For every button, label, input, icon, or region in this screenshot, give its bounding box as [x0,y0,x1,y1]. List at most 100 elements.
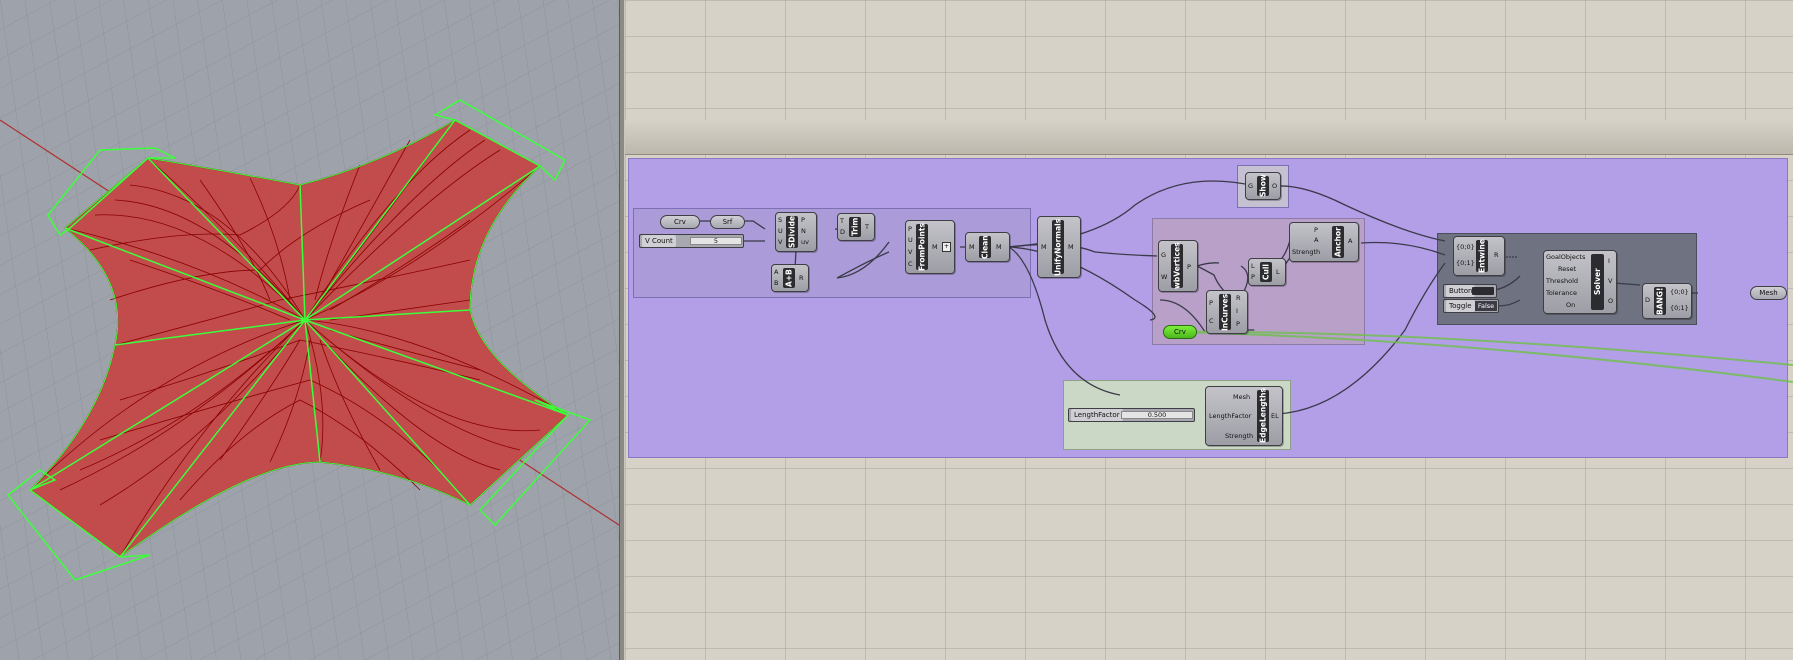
crv-green-param[interactable]: Crv [1163,325,1197,339]
reset-button[interactable]: Button [1443,284,1497,298]
solver-out-v[interactable]: V [1608,277,1612,285]
trim-title: Trim [849,217,861,237]
anchor-out-a[interactable]: A [1348,237,1352,245]
aplusb-out-r[interactable]: R [799,274,804,282]
sdivide-component[interactable]: S U V SDivide P N uv [775,212,817,252]
bang-out-0[interactable]: {0;0} [1670,288,1689,296]
frompoints-in-p[interactable]: P [908,225,912,233]
trim-in-t[interactable]: T [840,217,844,225]
trim-out-t[interactable]: T [865,223,869,231]
incurves-out-p[interactable]: P [1236,320,1240,328]
on-toggle[interactable]: Toggle False [1443,299,1499,313]
clean-in-m[interactable]: M [969,243,975,251]
frompoints-in-u[interactable]: U [908,236,913,244]
sdivide-out-p[interactable]: P [801,216,805,224]
lengthfactor-label: LengthFactor [1071,409,1123,421]
grasshopper-canvas[interactable]: Crv Srf V Count 5 S U V SDivide P N uv T… [625,0,1793,660]
show-in-g[interactable]: G [1248,182,1253,190]
sdivide-in-v[interactable]: V [778,238,782,246]
solver-out-o[interactable]: O [1608,297,1613,305]
clean-component[interactable]: M Clean M [965,232,1010,262]
incurves-title: InCurves [1219,293,1231,331]
wbvertices-out-p[interactable]: P [1187,263,1191,271]
aplusb-title: A+B [783,268,795,288]
toggle-label: Toggle [1446,300,1475,312]
button-face[interactable] [1472,287,1494,295]
wbvertices-in-g[interactable]: G [1161,251,1166,259]
bang-title: BANG! [1654,287,1666,315]
v-count-label: V Count [642,235,676,247]
srf-param[interactable]: Srf [710,215,745,229]
cull-component[interactable]: L P Cull L [1248,258,1286,286]
edgelengths-out-el[interactable]: EL [1271,412,1279,420]
crv-param[interactable]: Crv [660,215,700,229]
incurves-in-p[interactable]: P [1209,299,1213,307]
frompoints-expand-icon[interactable]: + [942,242,951,252]
cull-in-l[interactable]: L [1251,262,1255,270]
lengthfactor-value[interactable]: 0.500 [1121,411,1193,419]
aplusb-component[interactable]: A B A+B R [771,264,809,292]
sdivide-title: SDivide [786,215,798,249]
edgelengths-in-strength[interactable]: Strength [1225,432,1253,440]
toggle-value[interactable]: False [1475,301,1497,311]
entwine-component[interactable]: {0;0} {0;1} Entwine R [1453,236,1505,276]
sdivide-in-s[interactable]: S [778,216,782,224]
solver-in-threshold[interactable]: Threshold [1546,277,1578,285]
clean-out-m[interactable]: M [996,243,1002,251]
frompoints-title: FromPoints [916,223,928,271]
incurves-out-r[interactable]: R [1236,294,1241,302]
solver-out-i[interactable]: I [1608,257,1610,265]
frompoints-out-m[interactable]: M [932,243,938,251]
solver-in-on[interactable]: On [1566,301,1575,309]
incurves-out-i[interactable]: I [1236,307,1238,315]
incurves-in-c[interactable]: C [1209,317,1214,325]
canvas-divider-band [625,120,1793,155]
unifynormals-out-m[interactable]: M [1068,243,1074,251]
unifynormals-title: UnifyNormals [1052,218,1064,276]
wbvertices-in-w[interactable]: W [1161,273,1167,281]
sdivide-out-uv[interactable]: uv [801,238,809,246]
cull-out-l[interactable]: L [1276,268,1280,276]
frompoints-in-c[interactable]: C [908,260,913,268]
trim-in-d[interactable]: D [840,228,845,236]
solver-in-reset[interactable]: Reset [1558,265,1576,273]
entwine-title: Entwine [1476,239,1488,273]
mesh-output-param[interactable]: Mesh [1750,286,1787,300]
unifynormals-component[interactable]: M UnifyNormals M [1037,216,1081,278]
frompoints-component[interactable]: P U V C FromPoints M + [905,220,955,274]
v-count-slider[interactable]: V Count 5 [639,234,744,248]
cull-in-p[interactable]: P [1251,273,1255,281]
v-count-value[interactable]: 5 [690,237,742,245]
edgelengths-in-lengthfactor[interactable]: LengthFactor [1209,412,1251,420]
anchor-in-p[interactable]: P [1314,226,1318,234]
edgelengths-component[interactable]: Mesh LengthFactor Strength EdgeLengths E… [1205,386,1283,446]
rhino-viewport[interactable] [0,0,619,660]
show-out-o[interactable]: O [1272,182,1277,190]
bang-component[interactable]: D BANG! {0;0} {0;1} [1642,283,1692,319]
bang-in-d[interactable]: D [1645,296,1650,304]
trim-component[interactable]: T D Trim T [837,213,875,241]
sdivide-in-u[interactable]: U [778,227,783,235]
entwine-out-r[interactable]: R [1494,251,1499,259]
aplusb-in-b[interactable]: B [774,279,778,287]
solver-in-goalobjects[interactable]: GoalObjects [1546,253,1585,261]
unifynormals-in-m[interactable]: M [1041,243,1047,251]
frompoints-in-v[interactable]: V [908,248,912,256]
incurves-component[interactable]: P C InCurves R I P [1206,290,1248,334]
anchor-in-strength[interactable]: Strength [1292,248,1320,256]
sdivide-out-n[interactable]: N [801,227,806,235]
viewport-scene [0,0,619,660]
show-component[interactable]: G Show O [1245,172,1281,200]
aplusb-in-a[interactable]: A [774,268,778,276]
anchor-in-a[interactable]: A [1314,236,1318,244]
lengthfactor-slider[interactable]: LengthFactor 0.500 [1068,408,1195,422]
entwine-in-1[interactable]: {0;1} [1456,259,1475,267]
solver-in-tolerance[interactable]: Tolerance [1546,289,1577,297]
wbvertices-component[interactable]: G W wbVertices P [1158,240,1198,292]
entwine-in-0[interactable]: {0;0} [1456,243,1475,251]
solver-component[interactable]: GoalObjects Reset Threshold Tolerance On… [1543,250,1617,314]
cull-title: Cull [1260,262,1272,282]
anchor-component[interactable]: P A Strength Anchor A [1289,222,1359,262]
edgelengths-in-mesh[interactable]: Mesh [1233,393,1250,401]
bang-out-1[interactable]: {0;1} [1670,304,1689,312]
